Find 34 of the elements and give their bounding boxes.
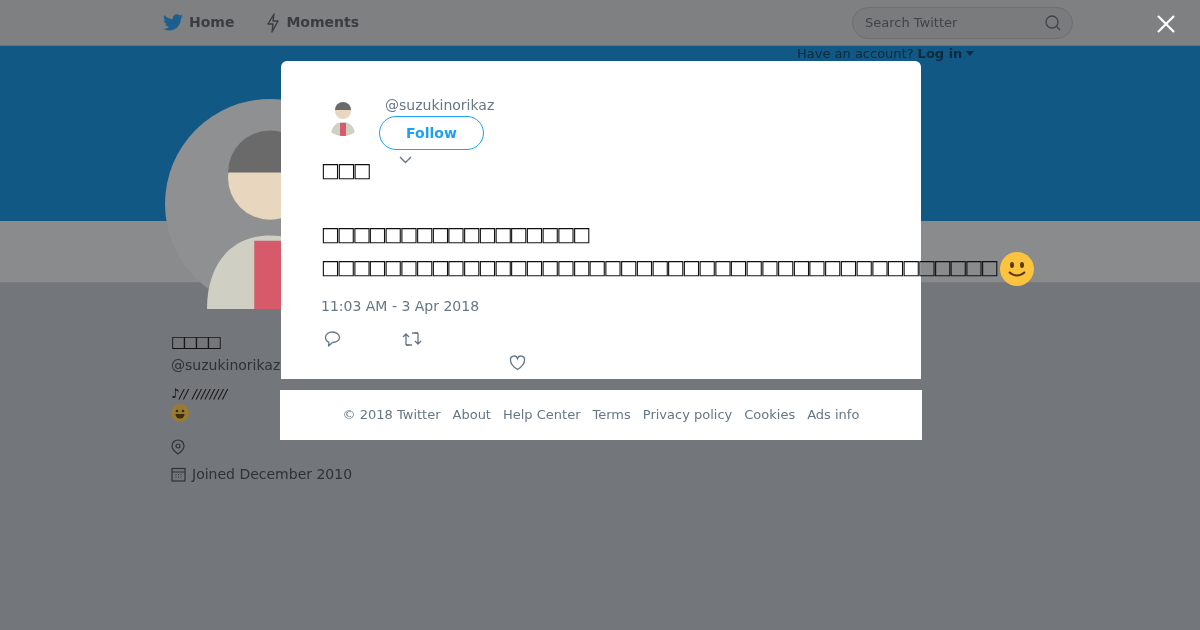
tweet-author-name: □□□ <box>321 157 369 184</box>
login-prompt: Have an account? <box>797 45 914 63</box>
nav-link[interactable]: Home <box>163 12 235 33</box>
footer-link[interactable]: Help Center <box>502 405 581 425</box>
follow-button[interactable]: Follow <box>379 116 484 150</box>
search-icon <box>1045 14 1061 31</box>
lightning-icon <box>266 12 281 33</box>
bird-icon <box>163 14 183 31</box>
tweet-text: □□□□□□□□□□□□□□□□□ □□□□□□□□□□□□□□□□□□□□□□□□□□□□□□□□□□□□□□□□□□□ <box>321 221 996 281</box>
profile-handle: @suzukinorikaz <box>171 356 281 375</box>
reply-icon[interactable] <box>324 331 341 347</box>
grinning-face-icon <box>171 404 189 422</box>
caret-icon <box>966 50 975 57</box>
join-date: Joined December 2010 <box>192 465 353 484</box>
footer-link[interactable]: Terms <box>592 405 631 425</box>
tweet-handle: @suzukinorikaz <box>385 96 495 115</box>
chevron-down-icon[interactable] <box>399 156 412 164</box>
close-icon <box>1155 13 1177 35</box>
location-pin-icon <box>171 439 185 455</box>
close-button[interactable] <box>1155 13 1177 35</box>
profile-name: □□□□ <box>171 331 220 353</box>
retweet-icon[interactable] <box>402 331 422 347</box>
nav-link[interactable]: Moments <box>266 12 360 33</box>
calendar-icon <box>171 467 186 482</box>
footer-link[interactable]: Ads info <box>807 405 860 425</box>
footer-link[interactable]: Cookies <box>744 405 796 425</box>
profile-bio: ♪// //////// <box>171 385 229 403</box>
copyright-text: © 2018 Twitter <box>342 406 441 425</box>
smiley-icon <box>999 252 1034 286</box>
search-field[interactable]: Search Twitter <box>852 6 1073 39</box>
footer-link[interactable]: About <box>452 405 491 425</box>
heart-icon[interactable] <box>509 355 526 371</box>
footer-link[interactable]: Privacy policy <box>642 405 733 425</box>
tweet-timestamp: 11:03 AM - 3 Apr 2018 <box>321 297 480 316</box>
